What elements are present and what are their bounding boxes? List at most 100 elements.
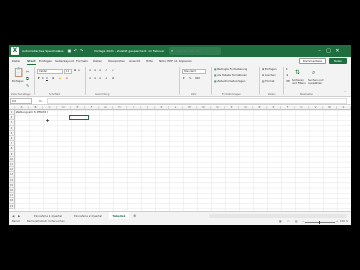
separator bbox=[34, 67, 35, 95]
mouse-cursor-icon: ✚ bbox=[46, 118, 50, 123]
collapse-ribbon-icon[interactable]: ⌃ bbox=[344, 91, 346, 95]
accessibility-status[interactable]: Barrierefreiheit: Untersuchen bbox=[27, 219, 65, 225]
format-painter-icon[interactable]: ✎ bbox=[26, 83, 29, 88]
number-format-select[interactable]: Standard bbox=[182, 69, 206, 74]
fill-color-icon[interactable]: ◆ bbox=[59, 77, 61, 81]
find-select-label[interactable]: Suchen und Auswählen bbox=[308, 79, 324, 85]
cut-icon[interactable]: ✂ bbox=[26, 69, 29, 74]
format-cells-label: Format bbox=[265, 80, 275, 83]
save-icon[interactable]: ▣ bbox=[67, 48, 72, 53]
cell-a1[interactable]: Zahlung am 3. Pflicht I bbox=[16, 110, 48, 115]
close-button[interactable]: ✕ bbox=[333, 45, 342, 57]
align-center-icon[interactable]: ≡ bbox=[94, 77, 96, 81]
indent-icon[interactable]: ⇥ bbox=[105, 77, 107, 81]
paste-label[interactable]: Einfügen bbox=[12, 80, 23, 83]
worksheet-grid[interactable]: ABCDEFGHIJKLMNOPQRSTUVWX 1 2 3 4 5 6 7 8 9 10 11 12… bbox=[9, 106, 351, 211]
format-as-table-button[interactable]: ▦ Als Tabelle formatieren bbox=[214, 74, 247, 78]
paste-icon[interactable]: 📋 bbox=[13, 68, 24, 78]
name-box[interactable]: C2 bbox=[10, 98, 32, 104]
title-bar: X Automatisches Speichern Aus ▣ ↶ ↷ Vorl… bbox=[9, 45, 351, 57]
percent-icon[interactable]: % bbox=[189, 77, 191, 81]
font-name-select[interactable]: Calibri bbox=[37, 69, 63, 74]
conditional-formatting-label: Bedingte Formatierung bbox=[217, 68, 248, 71]
delete-cells-button[interactable]: ⊟ Löschen bbox=[262, 74, 276, 78]
align-top-icon[interactable]: ≡ bbox=[89, 69, 91, 73]
zoom-out-icon[interactable]: − bbox=[302, 219, 304, 225]
find-select-icon[interactable]: ⌕ bbox=[312, 69, 315, 77]
insert-cells-button[interactable]: ⊞ Einfügen bbox=[262, 68, 276, 72]
fx-label[interactable]: fx bbox=[39, 97, 42, 105]
normal-view-icon[interactable]: ▦ bbox=[279, 219, 281, 225]
tab-start[interactable]: Start bbox=[27, 57, 36, 65]
delete-cells-label: Löschen bbox=[265, 74, 276, 77]
wrap-text-icon[interactable]: ↵ bbox=[112, 69, 114, 73]
bold-icon[interactable]: F bbox=[38, 77, 40, 81]
align-left-icon[interactable]: ≡ bbox=[89, 77, 91, 81]
cell-styles-button[interactable]: ▦ Zellenformatvorlagen bbox=[214, 80, 245, 84]
tab-einfuegen[interactable]: Einfügen bbox=[39, 57, 52, 65]
tab-datei[interactable]: Datei bbox=[12, 57, 20, 65]
excel-window: X Automatisches Speichern Aus ▣ ↶ ↷ Vorl… bbox=[9, 45, 351, 225]
share-button[interactable]: Teilen bbox=[329, 58, 347, 64]
page-layout-icon[interactable]: ▭ bbox=[287, 219, 289, 225]
separator bbox=[283, 67, 284, 95]
separator bbox=[85, 67, 86, 95]
separator bbox=[179, 67, 180, 95]
search-icon: ⌕ bbox=[171, 48, 174, 53]
orientation-icon[interactable]: ↗ bbox=[105, 69, 107, 73]
undo-icon[interactable]: ↶ bbox=[73, 48, 78, 53]
zoom-level[interactable]: 100 % bbox=[340, 219, 348, 225]
autosum-icon[interactable]: Σ bbox=[286, 68, 288, 72]
zoom-slider-handle[interactable] bbox=[319, 220, 321, 224]
search-input[interactable] bbox=[177, 47, 219, 55]
separator bbox=[211, 67, 212, 95]
conditional-formatting-button[interactable]: ▦ Bedingte Formatierung bbox=[214, 68, 247, 72]
underline-icon[interactable]: U bbox=[46, 77, 48, 81]
merge-center-icon[interactable]: ⊟ bbox=[112, 77, 114, 81]
grow-font-icon[interactable]: A bbox=[74, 69, 76, 73]
currency-icon[interactable]: € bbox=[183, 77, 185, 81]
tab-seitenlayout[interactable]: Seitenlayout bbox=[55, 57, 74, 65]
fill-icon[interactable]: ⬇ bbox=[286, 74, 288, 78]
autosave-toggle[interactable]: Aus bbox=[58, 45, 64, 57]
borders-icon[interactable]: ⊞ bbox=[52, 77, 54, 81]
excel-app-icon: X bbox=[11, 47, 19, 55]
sort-filter-icon[interactable]: ⇅ bbox=[295, 69, 300, 76]
tab-daten[interactable]: Daten bbox=[93, 57, 102, 65]
ribbon: 📋 Einfügen ✂ ⧉ ✎ Zwischenablage Calibri … bbox=[9, 65, 351, 97]
format-as-table-label: Als Tabelle formatieren bbox=[217, 74, 248, 77]
search-box[interactable]: ⌕ bbox=[169, 47, 221, 55]
italic-icon[interactable]: K bbox=[42, 77, 44, 81]
page-break-icon[interactable]: ▤ bbox=[295, 219, 297, 225]
horizontal-scrollbar[interactable] bbox=[209, 214, 347, 218]
sort-filter-label[interactable]: Sortieren und Filtern bbox=[292, 79, 306, 85]
format-cells-button[interactable]: ▤ Format bbox=[262, 80, 274, 84]
formula-bar: C2 fx bbox=[9, 97, 351, 105]
align-bottom-icon[interactable]: ≡ bbox=[99, 69, 101, 73]
font-color-icon[interactable]: A bbox=[66, 77, 68, 81]
tab-ueberpruefen[interactable]: Überprüfen bbox=[108, 57, 125, 65]
tab-nitro-pdf[interactable]: Nitro PDF 11 Kopieren bbox=[159, 57, 192, 65]
maximize-button[interactable]: ▢ bbox=[324, 45, 333, 57]
thousands-icon[interactable]: 000 bbox=[195, 77, 200, 81]
selected-cell[interactable] bbox=[69, 115, 89, 121]
align-right-icon[interactable]: ≡ bbox=[99, 77, 101, 81]
tab-hilfe[interactable]: Hilfe bbox=[146, 57, 153, 65]
ribbon-tabs: Datei Start Einfügen Seitenlayout Formel… bbox=[9, 57, 351, 65]
comments-button[interactable]: Kommentare bbox=[299, 58, 326, 64]
cell-gridlines[interactable] bbox=[15, 110, 351, 211]
clear-icon[interactable]: ⌫ bbox=[286, 80, 290, 84]
zoom-in-icon[interactable]: + bbox=[336, 219, 338, 225]
minimize-button[interactable]: – bbox=[315, 45, 324, 57]
separator bbox=[259, 67, 260, 95]
formula-input[interactable] bbox=[47, 98, 347, 104]
align-middle-icon[interactable]: ≡ bbox=[94, 69, 96, 73]
redo-icon[interactable]: ↷ bbox=[79, 48, 84, 53]
cell-styles-label: Zellenformatvorlagen bbox=[217, 80, 246, 83]
tab-formeln[interactable]: Formeln bbox=[76, 57, 88, 65]
insert-cells-label: Einfügen bbox=[265, 68, 277, 71]
tab-ansicht[interactable]: Ansicht bbox=[129, 57, 140, 65]
font-size-select[interactable]: 11 bbox=[64, 69, 72, 74]
copy-icon[interactable]: ⧉ bbox=[26, 76, 29, 81]
shrink-font-icon[interactable]: a bbox=[78, 69, 80, 73]
